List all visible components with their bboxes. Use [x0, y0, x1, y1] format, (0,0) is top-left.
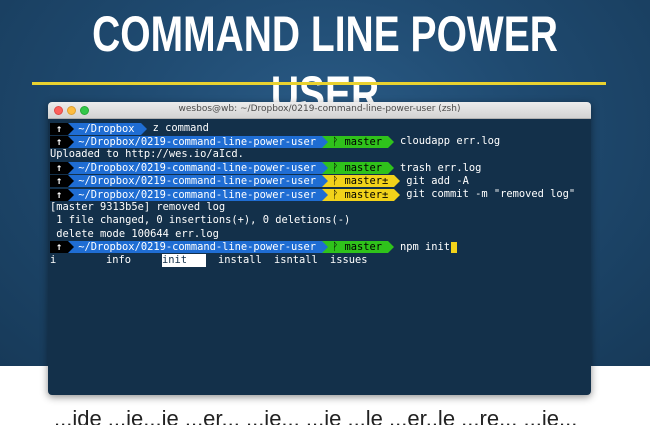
- output-line: Uploaded to http://wes.io/aIcd.: [50, 148, 244, 161]
- git-branch-badge: ᚹ master: [321, 241, 395, 254]
- command-text: git add -A: [406, 174, 469, 187]
- arrow-up-icon: ↑: [50, 175, 75, 188]
- arrow-up-icon: ↑: [50, 122, 75, 135]
- command-text: cloudapp err.log: [400, 135, 501, 148]
- prompt-line: ↑ ~/Dropbox/0219-command-line-power-user…: [50, 175, 589, 188]
- command-text: trash err.log: [400, 161, 482, 174]
- arrow-up-icon: ↑: [50, 135, 75, 148]
- window-title: wesbos@wb: ~/Dropbox/0219-command-line-p…: [178, 104, 461, 114]
- completion-item-selected[interactable]: init: [162, 253, 206, 268]
- prompt-path: ~/Dropbox/0219-command-line-power-user: [68, 162, 328, 175]
- output-line: 1 file changed, 0 insertions(+), 0 delet…: [50, 214, 351, 227]
- prompt-path: ~/Dropbox/0219-command-line-power-user: [68, 135, 328, 148]
- prompt-line: ↑ ~/Dropbox/0219-command-line-power-user…: [50, 162, 589, 175]
- git-branch-badge-dirty: ᚹ master±: [321, 188, 401, 201]
- completion-item[interactable]: info: [106, 254, 162, 267]
- terminal-window[interactable]: wesbos@wb: ~/Dropbox/0219-command-line-p…: [48, 102, 591, 395]
- completion-menu[interactable]: i info init install isntall issues: [50, 253, 589, 268]
- prompt-path: ~/Dropbox/0219-command-line-power-user: [68, 175, 328, 188]
- output-line: delete mode 100644 err.log: [50, 227, 219, 240]
- output-line: [master 9313b5e] removed log: [50, 201, 226, 214]
- completion-item[interactable]: issues: [330, 254, 386, 267]
- title-underline: [32, 82, 606, 85]
- git-branch-badge-dirty: ᚹ master±: [321, 175, 401, 188]
- text-cursor: [451, 241, 458, 253]
- prompt-path: ~/Dropbox/0219-command-line-power-user: [68, 241, 328, 254]
- prompt-line: ↑ ~/Dropbox z command: [50, 122, 589, 135]
- git-branch-badge: ᚹ master: [321, 162, 395, 175]
- command-text: z command: [152, 122, 209, 134]
- arrow-up-icon: ↑: [50, 241, 75, 254]
- prompt-line-active: ↑ ~/Dropbox/0219-command-line-power-user…: [50, 241, 589, 254]
- completion-item[interactable]: isntall: [274, 254, 330, 267]
- prompt-line: ↑ ~/Dropbox/0219-command-line-power-user…: [50, 135, 589, 148]
- completion-item[interactable]: install: [218, 254, 274, 267]
- hero-banner: COMMAND LINE POWER USER wesbos@wb: ~/Dro…: [0, 0, 650, 395]
- arrow-up-icon: ↑: [50, 162, 75, 175]
- arrow-up-icon: ↑: [50, 188, 75, 201]
- terminal-content[interactable]: ↑ ~/Dropbox z command ↑ ~/Dropbox/0219-c…: [50, 122, 589, 268]
- prompt-path: ~/Dropbox: [68, 122, 147, 135]
- prompt-line: ↑ ~/Dropbox/0219-command-line-power-user…: [50, 188, 589, 201]
- command-input[interactable]: npm init: [388, 241, 450, 254]
- command-text: git commit -m "removed log": [406, 187, 576, 200]
- prompt-path: ~/Dropbox/0219-command-line-power-user: [68, 188, 328, 201]
- git-branch-badge: ᚹ master: [321, 135, 395, 148]
- cropped-body-text: ...ide ...ie...ie ...er... ...ie... ...i…: [54, 406, 578, 425]
- window-titlebar[interactable]: wesbos@wb: ~/Dropbox/0219-command-line-p…: [48, 102, 591, 119]
- completion-item[interactable]: i: [50, 254, 106, 267]
